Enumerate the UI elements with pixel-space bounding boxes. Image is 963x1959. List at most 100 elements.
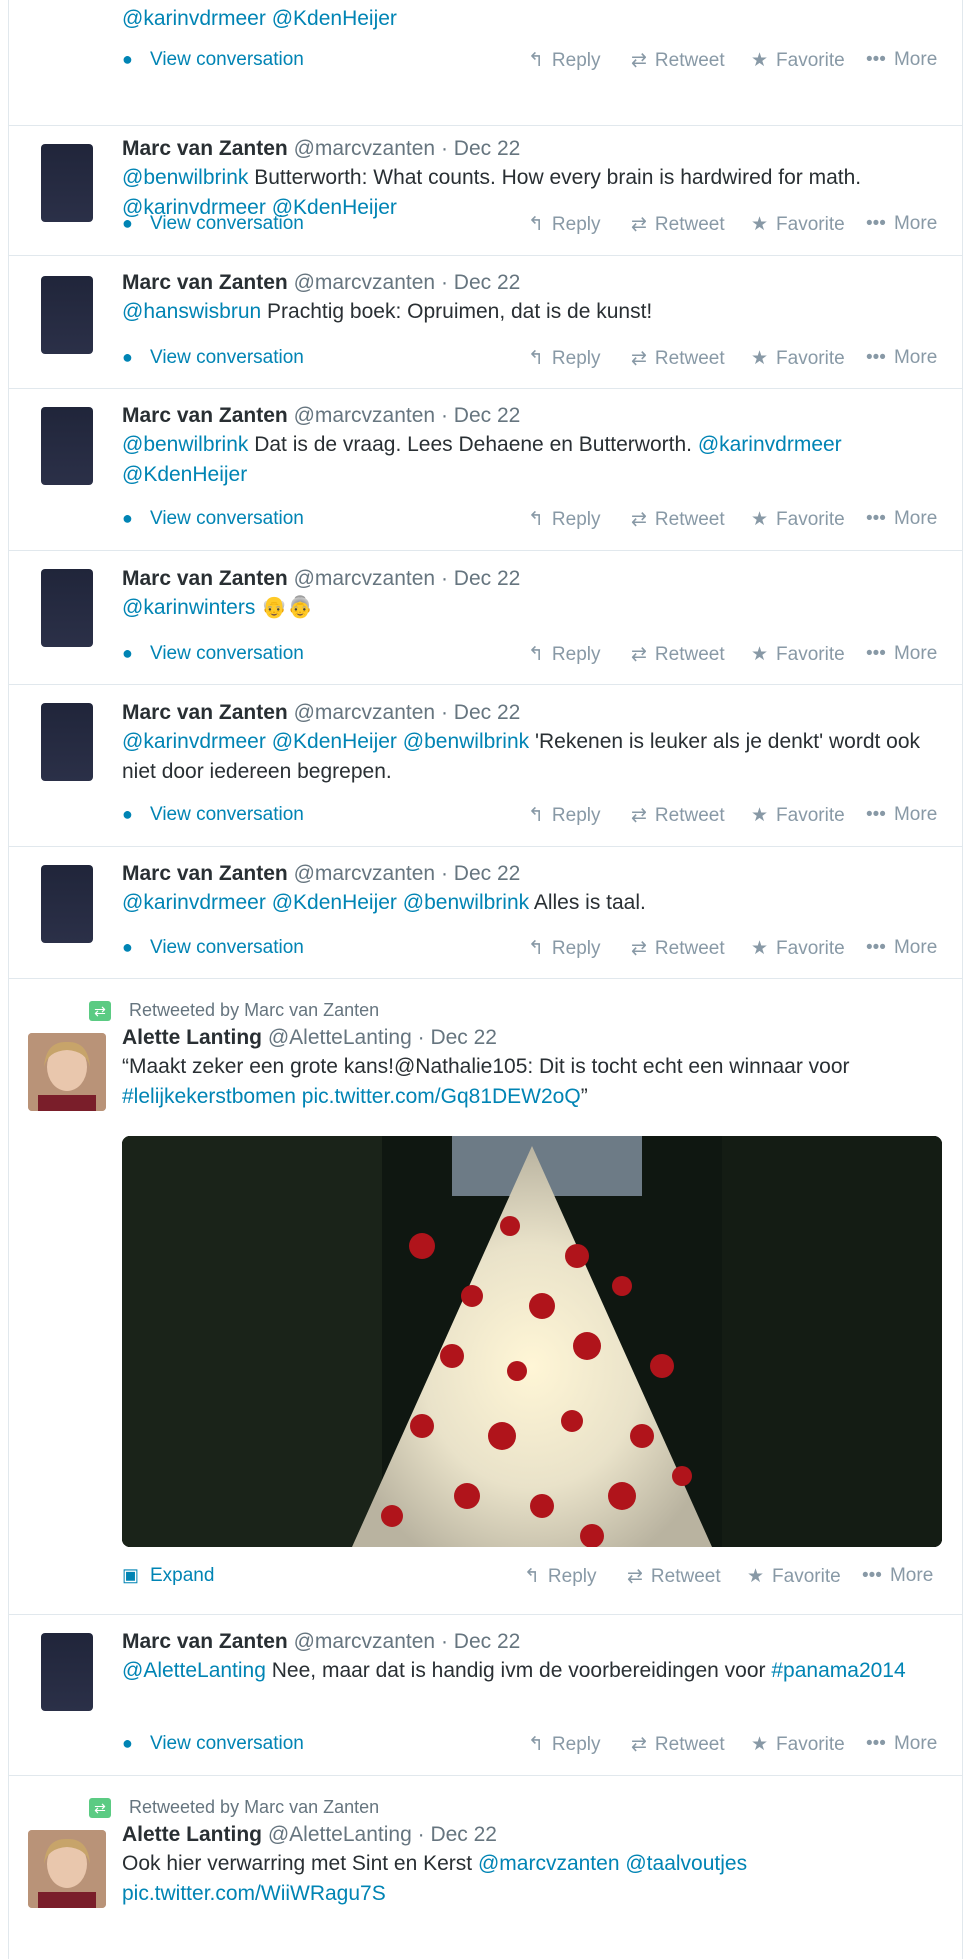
mention-link[interactable]: @KdenHeijer <box>272 730 397 753</box>
more-button[interactable]: ••• More <box>866 937 937 959</box>
favorite-button[interactable]: ★ Favorite <box>751 643 845 666</box>
author-name[interactable]: Marc van Zanten <box>122 701 288 724</box>
timestamp[interactable]: Dec 22 <box>430 1026 497 1049</box>
author-handle[interactable]: @AletteLanting <box>268 1026 412 1049</box>
mention-link[interactable]: @benwilbrink <box>403 730 529 753</box>
mention-link[interactable]: @hanswisbrun <box>122 300 261 323</box>
more-button[interactable]: ••• More <box>866 213 937 235</box>
author-name[interactable]: Marc van Zanten <box>122 271 288 294</box>
reply-button[interactable]: ↰ Reply <box>528 49 601 72</box>
retweeted-by-label[interactable]: Retweeted by Marc van Zanten <box>129 1000 379 1020</box>
favorite-button[interactable]: ★ Favorite <box>751 347 845 370</box>
more-button[interactable]: ••• More <box>866 347 937 369</box>
retweet-button[interactable]: ⇄ Retweet <box>631 804 725 827</box>
media-link[interactable]: pic.twitter.com/Gq81DEW2oQ <box>302 1085 581 1108</box>
hashtag-link[interactable]: #lelijkekerstbomen <box>122 1085 296 1108</box>
timestamp[interactable]: Dec 22 <box>454 1630 521 1653</box>
tweet-photo[interactable] <box>122 1136 942 1547</box>
reply-button[interactable]: ↰ Reply <box>528 347 601 370</box>
avatar[interactable] <box>41 1633 93 1711</box>
mention-link[interactable]: @benwilbrink <box>403 891 529 914</box>
timestamp[interactable]: Dec 22 <box>454 701 521 724</box>
reply-button[interactable]: ↰ Reply <box>528 508 601 531</box>
view-conversation-link[interactable]: ● View conversation <box>122 1733 304 1755</box>
mention-link[interactable]: @taalvoutjes <box>625 1852 747 1875</box>
avatar[interactable] <box>41 569 93 647</box>
mention-link[interactable]: @karinvdrmeer <box>122 891 266 914</box>
author-handle[interactable]: @marcvzanten <box>294 862 436 885</box>
mention-link[interactable]: @KdenHeijer <box>272 7 397 30</box>
hashtag-link[interactable]: #panama2014 <box>771 1659 905 1682</box>
author-name[interactable]: Marc van Zanten <box>122 1630 288 1653</box>
retweet-button[interactable]: ⇄ Retweet <box>631 508 725 531</box>
mention-link[interactable]: @KdenHeijer <box>122 463 247 486</box>
view-conversation-link[interactable]: ● View conversation <box>122 49 304 71</box>
favorite-button[interactable]: ★ Favorite <box>751 1733 845 1756</box>
mention-link[interactable]: @benwilbrink <box>122 166 248 189</box>
view-conversation-link[interactable]: ● View conversation <box>122 643 304 665</box>
media-link[interactable]: pic.twitter.com/WiiWRagu7S <box>122 1882 386 1905</box>
avatar[interactable] <box>41 407 93 485</box>
author-handle[interactable]: @marcvzanten <box>294 404 436 427</box>
favorite-button[interactable]: ★ Favorite <box>751 937 845 960</box>
mention-link[interactable]: @AletteLanting <box>122 1659 266 1682</box>
view-conversation-link[interactable]: ● View conversation <box>122 213 304 235</box>
retweet-button[interactable]: ⇄ Retweet <box>631 49 725 72</box>
author-name[interactable]: Marc van Zanten <box>122 862 288 885</box>
favorite-button[interactable]: ★ Favorite <box>751 213 845 236</box>
reply-button[interactable]: ↰ Reply <box>528 937 601 960</box>
mention-link[interactable]: @karinvdrmeer <box>122 7 266 30</box>
timestamp[interactable]: Dec 22 <box>430 1823 497 1846</box>
retweet-button[interactable]: ⇄ Retweet <box>627 1565 721 1588</box>
avatar[interactable] <box>28 1033 106 1111</box>
avatar[interactable] <box>28 1830 106 1908</box>
reply-button[interactable]: ↰ Reply <box>528 213 601 236</box>
timestamp[interactable]: Dec 22 <box>454 567 521 590</box>
retweet-button[interactable]: ⇄ Retweet <box>631 643 725 666</box>
more-button[interactable]: ••• More <box>866 643 937 665</box>
more-button[interactable]: ••• More <box>866 49 937 71</box>
author-name[interactable]: Marc van Zanten <box>122 404 288 427</box>
timestamp[interactable]: Dec 22 <box>454 271 521 294</box>
view-conversation-link[interactable]: ● View conversation <box>122 804 304 826</box>
favorite-button[interactable]: ★ Favorite <box>747 1565 841 1588</box>
reply-button[interactable]: ↰ Reply <box>528 643 601 666</box>
timestamp[interactable]: Dec 22 <box>454 404 521 427</box>
author-name[interactable]: Marc van Zanten <box>122 567 288 590</box>
reply-button[interactable]: ↰ Reply <box>524 1565 597 1588</box>
mention-link[interactable]: @marcvzanten <box>478 1852 620 1875</box>
author-handle[interactable]: @marcvzanten <box>294 271 436 294</box>
expand-link[interactable]: ▣ Expand <box>122 1565 214 1587</box>
avatar[interactable] <box>41 703 93 781</box>
avatar[interactable] <box>41 144 93 222</box>
author-name[interactable]: Alette Lanting <box>122 1026 262 1049</box>
more-button[interactable]: ••• More <box>866 1733 937 1755</box>
more-button[interactable]: ••• More <box>866 804 937 826</box>
timestamp[interactable]: Dec 22 <box>454 862 521 885</box>
favorite-button[interactable]: ★ Favorite <box>751 804 845 827</box>
mention-link[interactable]: @karinwinters <box>122 596 255 619</box>
author-name[interactable]: Marc van Zanten <box>122 137 288 160</box>
retweet-button[interactable]: ⇄ Retweet <box>631 1733 725 1756</box>
author-handle[interactable]: @marcvzanten <box>294 1630 436 1653</box>
retweet-button[interactable]: ⇄ Retweet <box>631 213 725 236</box>
avatar[interactable] <box>41 276 93 354</box>
author-name[interactable]: Alette Lanting <box>122 1823 262 1846</box>
view-conversation-link[interactable]: ● View conversation <box>122 508 304 530</box>
mention-link[interactable]: @benwilbrink <box>122 433 248 456</box>
retweet-button[interactable]: ⇄ Retweet <box>631 937 725 960</box>
mention-link[interactable]: @KdenHeijer <box>272 891 397 914</box>
view-conversation-link[interactable]: ● View conversation <box>122 347 304 369</box>
author-handle[interactable]: @marcvzanten <box>294 137 436 160</box>
mention-link[interactable]: @karinvdrmeer <box>122 730 266 753</box>
more-button[interactable]: ••• More <box>866 508 937 530</box>
mention-link[interactable]: @karinvdrmeer <box>698 433 842 456</box>
favorite-button[interactable]: ★ Favorite <box>751 508 845 531</box>
reply-button[interactable]: ↰ Reply <box>528 1733 601 1756</box>
favorite-button[interactable]: ★ Favorite <box>751 49 845 72</box>
author-handle[interactable]: @AletteLanting <box>268 1823 412 1846</box>
retweet-button[interactable]: ⇄ Retweet <box>631 347 725 370</box>
more-button[interactable]: ••• More <box>862 1565 933 1587</box>
view-conversation-link[interactable]: ● View conversation <box>122 937 304 959</box>
author-handle[interactable]: @marcvzanten <box>294 567 436 590</box>
